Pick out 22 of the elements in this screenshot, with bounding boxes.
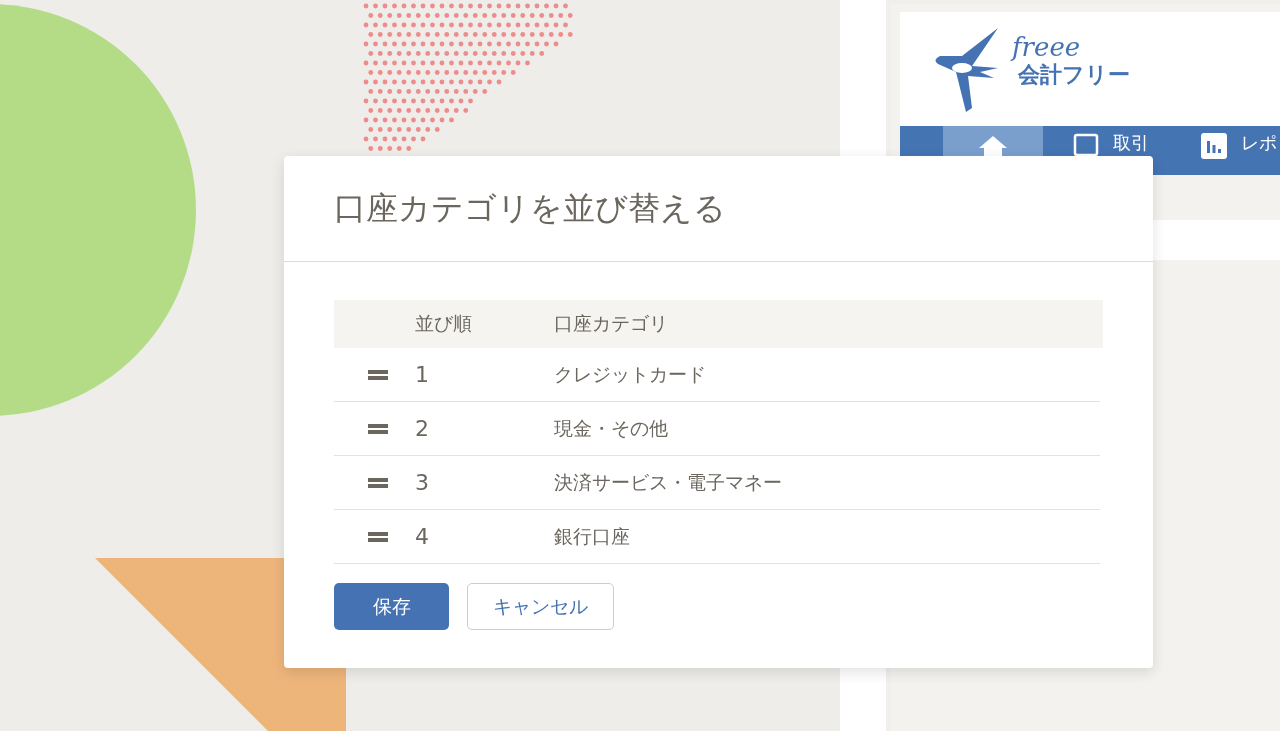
- table-cell-text: 決済サービス・電子マネー: [554, 469, 782, 495]
- table-cell-text: クレジットカード: [554, 361, 706, 387]
- drag-handle-icon[interactable]: [368, 368, 388, 381]
- table-cell-text: 4: [415, 524, 430, 549]
- dialog-title: 口座カテゴリを並び替える: [334, 187, 726, 229]
- column-header: 口座カテゴリ: [554, 311, 668, 336]
- drag-handle-icon[interactable]: [368, 530, 388, 543]
- column-header: 並び順: [415, 311, 473, 336]
- save-button[interactable]: 保存: [334, 583, 449, 630]
- table-cell-text: 2: [415, 416, 430, 441]
- logo-script: freee: [1012, 34, 1082, 60]
- logo-name: 会計フリー: [1018, 61, 1130, 89]
- bar-chart-icon: [1201, 133, 1227, 159]
- table-cell-text: 銀行口座: [554, 523, 630, 549]
- nav-tab[interactable]: レポ: [1171, 126, 1280, 175]
- table-cell-text: 1: [415, 362, 430, 387]
- drag-handle-icon[interactable]: [368, 422, 388, 435]
- cancel-button[interactable]: キャンセル: [467, 583, 614, 630]
- nav-tab[interactable]: 取引: [1043, 126, 1171, 175]
- table-cell-text: 現金・その他: [554, 415, 668, 441]
- drag-handle-icon[interactable]: [368, 476, 388, 489]
- table-cell-text: 3: [415, 470, 430, 495]
